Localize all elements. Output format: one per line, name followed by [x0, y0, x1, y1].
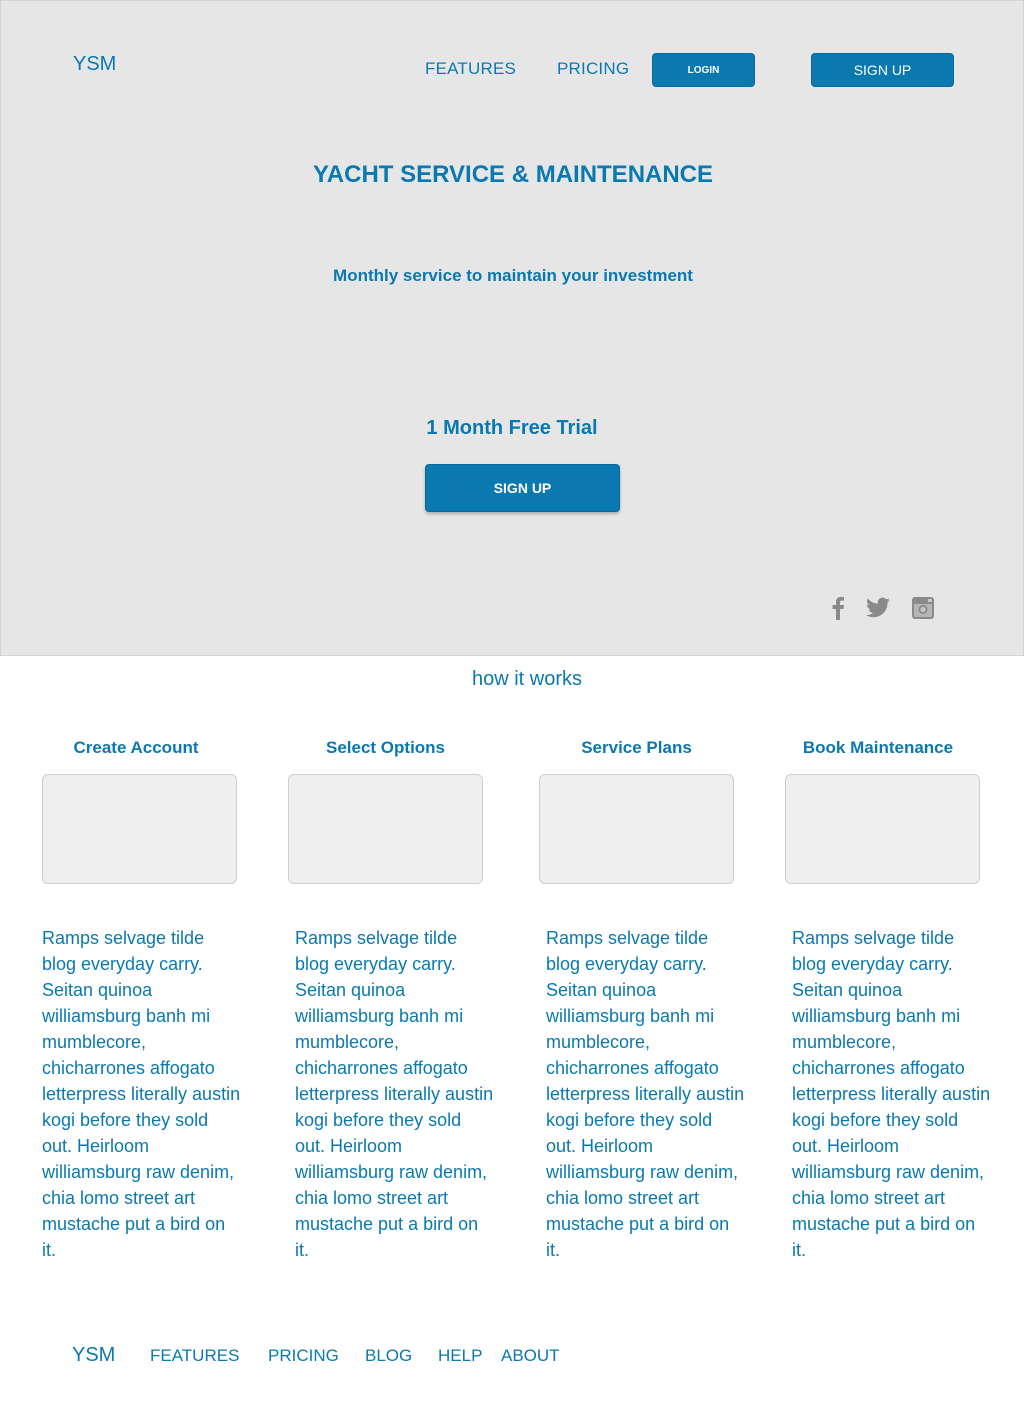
- nav-features[interactable]: FEATURES: [425, 59, 516, 79]
- login-button[interactable]: LOGIN: [652, 53, 755, 87]
- step-title-service-plans: Service Plans: [581, 738, 692, 757]
- facebook-icon[interactable]: [824, 594, 852, 622]
- step-title-select-options: Select Options: [325, 738, 446, 757]
- instagram-icon[interactable]: [909, 594, 937, 622]
- step-image-placeholder: [785, 774, 980, 884]
- step-body: Ramps selvage tilde blog everyday carry.…: [546, 928, 745, 1260]
- step-image-placeholder: [288, 774, 483, 884]
- step-image-placeholder: [42, 774, 237, 884]
- footer-logo[interactable]: YSM: [72, 1344, 115, 1367]
- header-signup-button[interactable]: SIGN UP: [811, 53, 954, 87]
- login-button-label: LOGIN: [687, 64, 720, 76]
- step-image-placeholder: [539, 774, 734, 884]
- step-body: Ramps selvage tilde blog everyday carry.…: [792, 928, 991, 1260]
- twitter-icon[interactable]: [864, 594, 892, 622]
- footer-link-about[interactable]: ABOUT: [501, 1346, 560, 1366]
- header-signup-label: SIGN UP: [853, 62, 912, 78]
- step-title-create-account: Create Account: [73, 738, 199, 757]
- hero-subtitle: Monthly service to maintain your investm…: [333, 266, 693, 285]
- hero-signup-button[interactable]: SIGN UP: [425, 464, 620, 512]
- hero-title: YACHT SERVICE & MAINTENANCE: [312, 161, 714, 188]
- hero-signup-label: SIGN UP: [493, 480, 552, 496]
- footer-link-help[interactable]: HELP: [438, 1346, 482, 1366]
- step-body: Ramps selvage tilde blog everyday carry.…: [295, 928, 494, 1260]
- trial-label: 1 Month Free Trial: [426, 417, 598, 439]
- how-it-works-heading: how it works: [471, 668, 583, 690]
- step-title-book-maintenance: Book Maintenance: [802, 738, 954, 757]
- footer-link-pricing[interactable]: PRICING: [268, 1346, 339, 1366]
- footer-link-blog[interactable]: BLOG: [365, 1346, 412, 1366]
- footer-link-features[interactable]: FEATURES: [150, 1346, 239, 1366]
- step-body: Ramps selvage tilde blog everyday carry.…: [42, 928, 241, 1260]
- nav-pricing[interactable]: PRICING: [557, 59, 629, 79]
- logo[interactable]: YSM: [73, 53, 116, 76]
- hero-section: YSM FEATURES PRICING LOGIN SIGN UP YACHT…: [0, 0, 1024, 656]
